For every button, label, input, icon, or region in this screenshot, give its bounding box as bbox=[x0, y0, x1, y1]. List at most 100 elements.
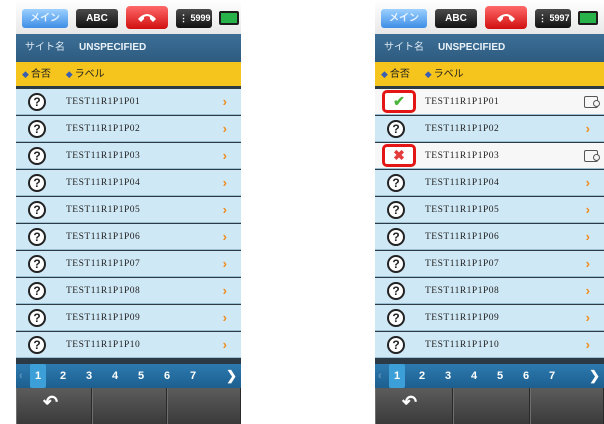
list-item[interactable]: ? TEST11R1P1P04 › bbox=[16, 170, 241, 196]
sort-pass-fail-label: 合否 bbox=[389, 69, 410, 80]
page-4[interactable]: 4 bbox=[107, 364, 123, 388]
site-header: サイト名 UNSPECIFIED bbox=[16, 34, 241, 62]
bottom-toolbar: ↶ bbox=[16, 388, 241, 424]
sort-label[interactable]: ◆ ラベル bbox=[66, 62, 105, 87]
list-item[interactable]: ? TEST11R1P1P10 › bbox=[16, 332, 241, 358]
bottom-toolbar: ↶ bbox=[375, 388, 604, 424]
item-label: TEST11R1P1P01 bbox=[425, 97, 500, 107]
preview-icon[interactable] bbox=[584, 96, 600, 108]
site-label: サイト名 bbox=[384, 42, 424, 53]
battery-icon bbox=[219, 11, 239, 25]
sort-label-text: ラベル bbox=[74, 69, 105, 80]
page-7[interactable]: 7 bbox=[185, 364, 201, 388]
list-item[interactable]: ? TEST11R1P1P07 › bbox=[375, 251, 604, 277]
preview-icon[interactable] bbox=[584, 150, 600, 162]
chevron-right-icon: › bbox=[222, 175, 227, 190]
sort-arrows-icon: ◆ bbox=[22, 69, 29, 79]
list-item[interactable]: ✔ TEST11R1P1P01 bbox=[375, 89, 604, 115]
toolbar-slot-3[interactable] bbox=[530, 388, 604, 424]
back-button[interactable]: ↶ bbox=[16, 388, 92, 424]
cross-icon: ✖ bbox=[382, 144, 416, 167]
checkmark-icon: ✔ bbox=[382, 90, 416, 113]
list-item[interactable]: ? TEST11R1P1P07 › bbox=[16, 251, 241, 277]
sort-arrows-icon: ◆ bbox=[424, 69, 432, 79]
list-item[interactable]: ? TEST11R1P1P10 › bbox=[375, 332, 604, 358]
hangup-button[interactable] bbox=[126, 6, 168, 29]
toolbar-slot-2[interactable] bbox=[453, 388, 530, 424]
list-item[interactable]: ? TEST11R1P1P09 › bbox=[16, 305, 241, 331]
list-item[interactable]: ? TEST11R1P1P06 › bbox=[16, 224, 241, 250]
item-label: TEST11R1P1P09 bbox=[425, 313, 500, 323]
item-label: TEST11R1P1P04 bbox=[66, 178, 141, 188]
chevron-left-icon[interactable]: ‹ bbox=[378, 364, 382, 388]
site-label: サイト名 bbox=[25, 42, 65, 53]
question-icon: ? bbox=[28, 120, 46, 138]
item-label: TEST11R1P1P02 bbox=[425, 124, 500, 134]
sort-bar: ◆ 合否 ◆ ラベル bbox=[16, 62, 241, 86]
page-2[interactable]: 2 bbox=[414, 364, 430, 388]
sort-pass-fail-label: 合否 bbox=[30, 69, 51, 80]
list-item[interactable]: ? TEST11R1P1P05 › bbox=[16, 197, 241, 223]
item-label: TEST11R1P1P09 bbox=[66, 313, 141, 323]
item-label: TEST11R1P1P07 bbox=[425, 259, 500, 269]
list-item[interactable]: ? TEST11R1P1P09 › bbox=[375, 305, 604, 331]
sort-bar: ◆ 合否 ◆ ラベル bbox=[375, 62, 604, 86]
item-label: TEST11R1P1P07 bbox=[66, 259, 141, 269]
phone-screen-left: メイン ABC ⋮ 5999 サイト名 UNSPECIFIED ◆ 合否 ◆ ラベル … bbox=[16, 0, 241, 424]
question-icon: ? bbox=[28, 174, 46, 192]
back-button[interactable]: ↶ bbox=[375, 388, 453, 424]
list-item[interactable]: ? TEST11R1P1P04 › bbox=[375, 170, 604, 196]
question-icon: ? bbox=[28, 201, 46, 219]
chevron-right-icon: › bbox=[222, 121, 227, 136]
sort-pass-fail[interactable]: ◆ 合否 bbox=[22, 62, 51, 87]
main-button[interactable]: メイン bbox=[22, 9, 68, 28]
item-label: TEST11R1P1P06 bbox=[425, 232, 500, 242]
memory-counter: ⋮ 5997 bbox=[535, 9, 571, 28]
page-6[interactable]: 6 bbox=[518, 364, 534, 388]
item-label: TEST11R1P1P08 bbox=[425, 286, 500, 296]
page-1[interactable]: 1 bbox=[30, 364, 46, 388]
abc-button[interactable]: ABC bbox=[435, 9, 477, 28]
chevron-right-icon: › bbox=[585, 175, 590, 190]
sort-label-text: ラベル bbox=[433, 69, 464, 80]
page-3[interactable]: 3 bbox=[81, 364, 97, 388]
page-2[interactable]: 2 bbox=[55, 364, 71, 388]
toolbar-slot-3[interactable] bbox=[167, 388, 241, 424]
page-6[interactable]: 6 bbox=[159, 364, 175, 388]
page-3[interactable]: 3 bbox=[440, 364, 456, 388]
question-icon: ? bbox=[387, 255, 405, 273]
page-5[interactable]: 5 bbox=[492, 364, 508, 388]
hangup-button[interactable] bbox=[485, 6, 527, 29]
list-item[interactable]: ? TEST11R1P1P02 › bbox=[16, 116, 241, 142]
toolbar-slot-2[interactable] bbox=[92, 388, 167, 424]
main-button[interactable]: メイン bbox=[381, 9, 427, 28]
list-item[interactable]: ? TEST11R1P1P02 › bbox=[375, 116, 604, 142]
sort-label[interactable]: ◆ ラベル bbox=[425, 62, 464, 87]
chevron-right-icon: › bbox=[585, 337, 590, 352]
page-1[interactable]: 1 bbox=[389, 364, 405, 388]
list-item[interactable]: ? TEST11R1P1P08 › bbox=[16, 278, 241, 304]
test-list: ✔ TEST11R1P1P01 ? TEST11R1P1P02 › ✖ TEST11R1… bbox=[375, 89, 604, 359]
item-label: TEST11R1P1P01 bbox=[66, 97, 141, 107]
chevron-left-icon[interactable]: ‹ bbox=[19, 364, 23, 388]
page-4[interactable]: 4 bbox=[466, 364, 482, 388]
status-bar: メイン ABC ⋮ 5997 bbox=[375, 0, 604, 34]
page-5[interactable]: 5 bbox=[133, 364, 149, 388]
phone-hangup-icon bbox=[138, 14, 156, 22]
question-icon: ? bbox=[28, 228, 46, 246]
sort-pass-fail[interactable]: ◆ 合否 bbox=[381, 62, 410, 87]
chevron-right-icon[interactable]: ❯ bbox=[589, 364, 600, 388]
chevron-right-icon[interactable]: ❯ bbox=[226, 364, 237, 388]
list-item[interactable]: ? TEST11R1P1P01 › bbox=[16, 89, 241, 115]
pagination: ‹ 1 2 3 4 5 6 7 ❯ bbox=[375, 364, 604, 388]
list-item[interactable]: ? TEST11R1P1P08 › bbox=[375, 278, 604, 304]
phone-hangup-icon bbox=[497, 14, 515, 22]
abc-button[interactable]: ABC bbox=[76, 9, 118, 28]
list-item[interactable]: ? TEST11R1P1P05 › bbox=[375, 197, 604, 223]
chevron-right-icon: › bbox=[585, 283, 590, 298]
list-item[interactable]: ? TEST11R1P1P06 › bbox=[375, 224, 604, 250]
question-icon: ? bbox=[387, 201, 405, 219]
list-item[interactable]: ✖ TEST11R1P1P03 bbox=[375, 143, 604, 169]
page-7[interactable]: 7 bbox=[544, 364, 560, 388]
list-item[interactable]: ? TEST11R1P1P03 › bbox=[16, 143, 241, 169]
